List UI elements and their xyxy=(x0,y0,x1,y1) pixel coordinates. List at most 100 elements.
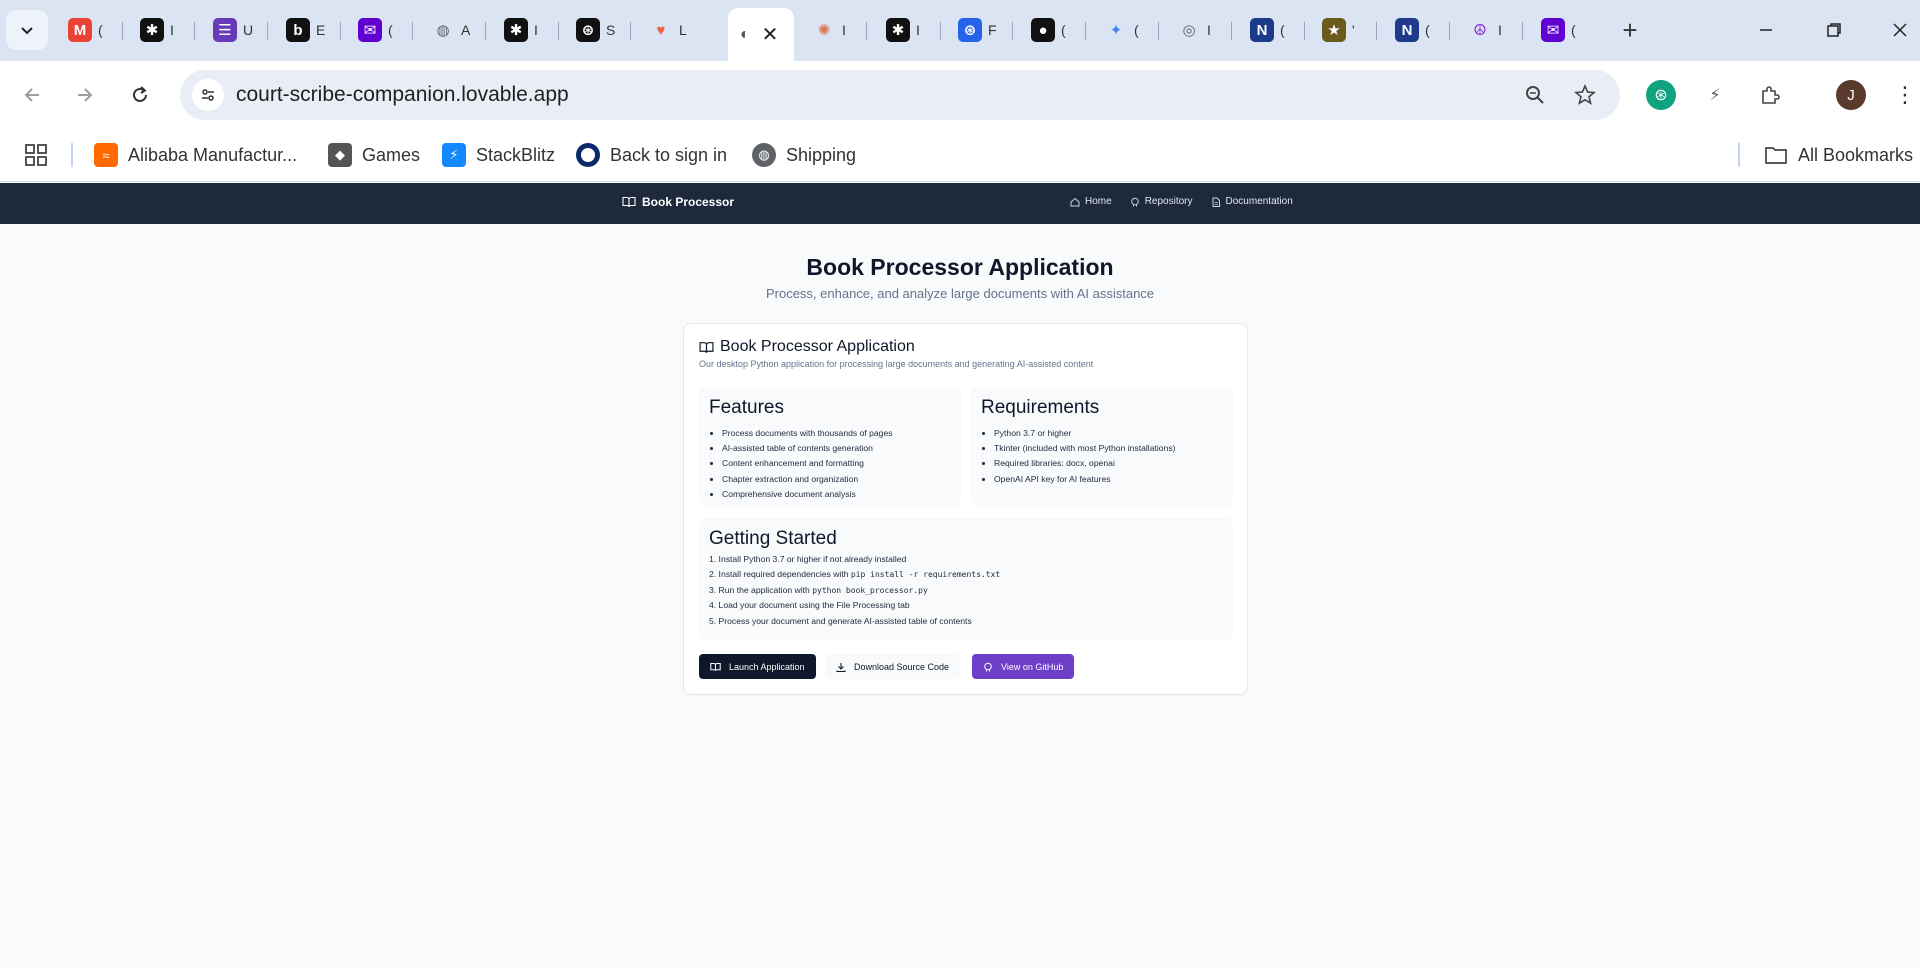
forward-button[interactable] xyxy=(65,75,105,115)
extensions-puzzle-icon[interactable] xyxy=(1755,80,1785,110)
app-navbar: Book Processor Home Repository Documenta… xyxy=(0,183,1920,224)
bookmark-label: Alibaba Manufactur... xyxy=(128,144,298,165)
reload-button[interactable] xyxy=(120,75,160,115)
claude-icon: ✺ xyxy=(817,22,831,39)
tab-item[interactable]: ⊛ S xyxy=(566,12,618,48)
list-item: Content enhancement and formatting xyxy=(722,456,951,471)
tab-item[interactable]: bE xyxy=(276,12,328,48)
tune-icon xyxy=(202,89,214,101)
arrow-left-icon xyxy=(24,88,39,102)
tab-item[interactable]: ⊛ F xyxy=(948,12,1000,48)
browser-tabstrip: M(✱ I ☰ Ub E ✉(◍ A ✱ I ⊛ S ♥ L ✺ I ✱ I ⊛ F ●(✦(◎ I N(★ ' N(☮ I ✉(… xyxy=(0,0,1920,61)
tab-separator xyxy=(194,22,195,40)
nav-home[interactable]: Home xyxy=(1070,196,1112,207)
ring-icon xyxy=(576,143,600,167)
stackblitz-icon: ⚡ xyxy=(442,143,466,167)
zoom-icon[interactable] xyxy=(1522,82,1548,108)
tab-item[interactable]: ✉( xyxy=(1531,12,1583,48)
close-tab-icon[interactable]: ✕ xyxy=(762,22,779,47)
nav-repository[interactable]: Repository xyxy=(1130,196,1193,207)
bookmark-item[interactable]: ≈ Alibaba Manufactur... xyxy=(94,141,297,169)
tab-item[interactable]: ✉( xyxy=(348,12,400,48)
tab-item[interactable]: ✱ I xyxy=(494,12,546,48)
list-item: 5. Process your document and generate AI… xyxy=(709,615,972,626)
view-on-github-button[interactable]: View on GitHub xyxy=(972,654,1075,679)
tab-item[interactable]: ✱ I xyxy=(130,12,182,48)
tab-separator xyxy=(485,22,486,40)
ai-extension-icon[interactable]: ⚡ xyxy=(1700,80,1730,110)
tab-title: ( xyxy=(1280,22,1285,38)
tab-separator xyxy=(1085,22,1086,40)
roblox-icon: ◆ xyxy=(328,143,352,167)
openai-blue-icon: ⊛ xyxy=(958,18,982,42)
tab-item[interactable]: ✺ I xyxy=(802,12,854,48)
bookmark-item[interactable]: ◍ Shipping xyxy=(752,141,856,169)
app-card: Book Processor Application Our desktop P… xyxy=(683,323,1248,695)
card-header: Book Processor Application xyxy=(699,338,915,356)
code-snippet: pip install -r requirements.txt xyxy=(850,570,1001,580)
new-tab-button[interactable]: + xyxy=(1614,14,1646,46)
url-text[interactable]: court-scribe-companion.lovable.app xyxy=(236,83,569,107)
tab-title: I xyxy=(916,22,920,38)
apps-grid-icon[interactable] xyxy=(25,141,47,169)
tab-item[interactable]: ☰ U xyxy=(203,12,255,48)
bookmark-item[interactable]: Back to sign in xyxy=(576,141,727,169)
close-icon xyxy=(1893,23,1907,37)
tab-item[interactable]: ●( xyxy=(1021,12,1073,48)
requirements-heading: Requirements xyxy=(981,397,1100,418)
profile-avatar[interactable]: J xyxy=(1836,80,1866,110)
brand-link[interactable]: Book Processor xyxy=(622,195,734,209)
tab-item[interactable]: M( xyxy=(58,12,110,48)
tab-item[interactable]: ◎ I xyxy=(1167,12,1219,48)
tab-title: ( xyxy=(1134,22,1139,38)
tab-item[interactable]: ★ ' xyxy=(1312,12,1364,48)
tab-item[interactable]: N( xyxy=(1240,12,1292,48)
tab-title: U xyxy=(243,22,253,38)
tab-title: E xyxy=(316,22,326,38)
tab-title: A xyxy=(461,22,471,38)
list-item: OpenAI API key for AI features xyxy=(994,472,1223,487)
close-window-button[interactable] xyxy=(1880,14,1920,46)
tab-item[interactable]: ✱ I xyxy=(876,12,928,48)
site-info-button[interactable] xyxy=(192,79,224,111)
minimize-icon xyxy=(1760,29,1772,31)
download-source-button[interactable]: Download Source Code xyxy=(825,654,961,679)
bookmark-item[interactable]: ◆ Games xyxy=(328,141,420,169)
tab-item[interactable]: ✦( xyxy=(1094,12,1146,48)
chrome-icon: ◎ xyxy=(1182,22,1196,39)
download-icon xyxy=(836,662,846,672)
tab-separator xyxy=(630,22,631,40)
back-button[interactable] xyxy=(12,75,52,115)
bookmark-star-icon[interactable] xyxy=(1572,82,1598,108)
all-bookmarks-button[interactable]: All Bookmarks xyxy=(1764,141,1913,169)
tab-active[interactable]: ◐ ✕ xyxy=(728,8,794,61)
tab-item[interactable]: ♥ L xyxy=(639,12,691,48)
tab-title: I xyxy=(534,22,538,38)
chatgpt-extension-icon[interactable]: ⊛ xyxy=(1646,80,1676,110)
features-heading: Features xyxy=(709,397,784,418)
tab-item[interactable]: ☮ I xyxy=(1458,12,1510,48)
all-bookmarks-label: All Bookmarks xyxy=(1798,144,1914,165)
book-open-icon xyxy=(622,196,636,208)
address-bar[interactable]: court-scribe-companion.lovable.app xyxy=(180,70,1620,120)
tab-title: ' xyxy=(1352,22,1355,38)
minimize-button[interactable] xyxy=(1746,14,1786,46)
launch-application-button[interactable]: Launch Application xyxy=(699,654,816,679)
document-icon xyxy=(1212,197,1220,207)
brand-label: Book Processor xyxy=(642,195,735,209)
tab-separator xyxy=(1522,22,1523,40)
tab-item[interactable]: N( xyxy=(1385,12,1437,48)
tab-title: ( xyxy=(1425,22,1430,38)
tab-item[interactable]: ◍ A xyxy=(421,12,473,48)
nav-documentation[interactable]: Documentation xyxy=(1211,196,1293,207)
tab-search-button[interactable] xyxy=(6,10,48,50)
chevron-down-icon xyxy=(21,27,33,35)
steps-list: 1. Install Python 3.7 or higher if not a… xyxy=(709,552,1223,629)
bookmark-item[interactable]: ⚡ StackBlitz xyxy=(442,141,555,169)
nav-home-label: Home xyxy=(1085,196,1112,207)
tab-title: F xyxy=(988,22,997,38)
tab-title: L xyxy=(679,22,687,38)
browser-menu-icon[interactable]: ⋮ xyxy=(1894,78,1916,112)
list-item: Comprehensive document analysis xyxy=(722,487,951,502)
restore-button[interactable] xyxy=(1814,14,1854,46)
